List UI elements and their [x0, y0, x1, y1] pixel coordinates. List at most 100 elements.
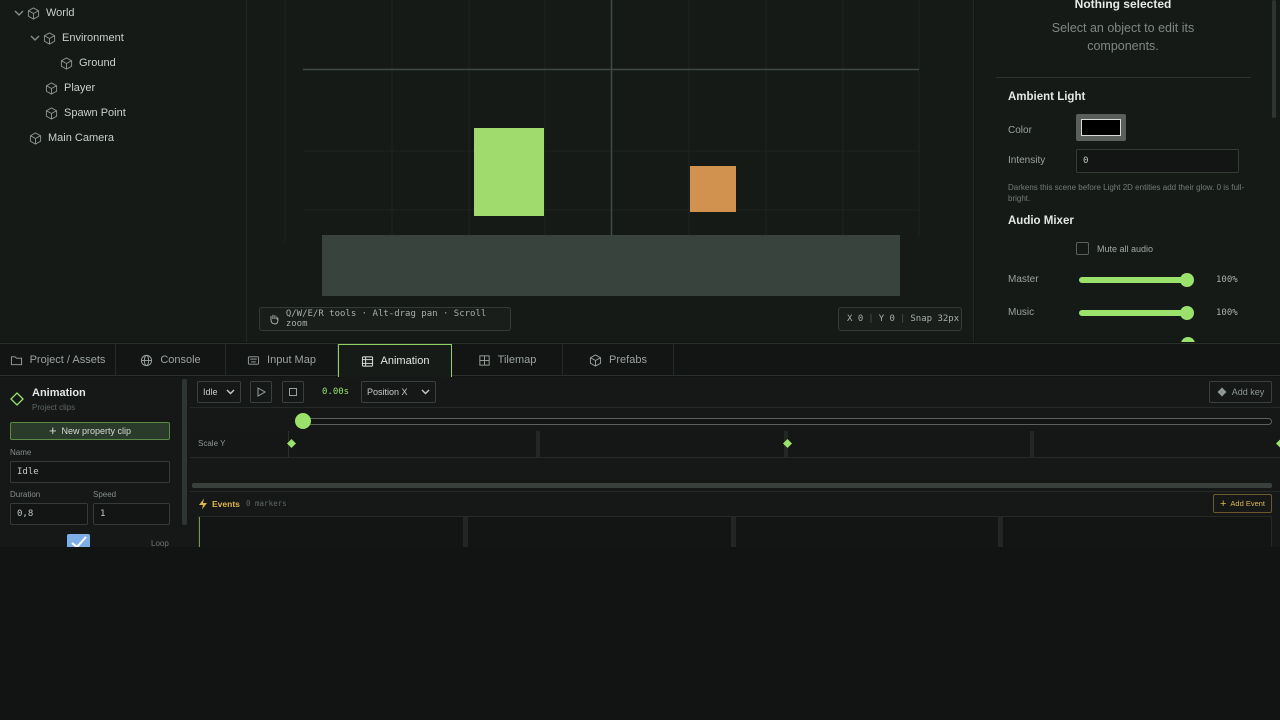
music-slider[interactable]: [1079, 310, 1189, 316]
hierarchy-panel: World Environment Ground Player Spawn Po…: [0, 0, 246, 342]
hand-icon: [270, 314, 279, 325]
stop-button[interactable]: [282, 381, 304, 403]
ambient-color-swatch[interactable]: [1076, 114, 1126, 141]
duration-label: Duration: [10, 490, 41, 499]
chevron-down-icon[interactable]: [30, 33, 40, 43]
mute-checkbox[interactable]: [1076, 242, 1089, 255]
animation-timeline-panel: Idle 0.00s Position X Add key Scale Y Ev…: [190, 377, 1280, 547]
tab-label: Tilemap: [497, 354, 537, 366]
plus-icon: +: [1219, 497, 1227, 510]
tab-console[interactable]: Console: [116, 344, 226, 376]
plus-icon: +: [48, 423, 57, 438]
tree-item-environment[interactable]: Environment: [30, 27, 124, 49]
audio-mixer-title: Audio Mixer: [1008, 215, 1074, 227]
animation-panel-subtitle: Project clips: [32, 403, 76, 412]
diamond-icon: [10, 392, 24, 406]
clip-panel-scrollbar[interactable]: [182, 379, 187, 525]
timeline-scrubber[interactable]: [303, 418, 1272, 425]
scrubber-handle[interactable]: [295, 413, 311, 429]
master-slider-handle[interactable]: [1180, 273, 1194, 287]
property-select[interactable]: Position X: [361, 381, 436, 403]
tab-animation[interactable]: Animation: [338, 344, 452, 377]
divider: [190, 407, 1280, 408]
new-property-clip-button[interactable]: + New property clip: [10, 422, 170, 440]
master-slider[interactable]: [1079, 277, 1189, 283]
tree-item-ground[interactable]: Ground: [60, 52, 116, 74]
film-icon: [361, 355, 373, 367]
inspector-scrollbar[interactable]: [1272, 0, 1276, 118]
tab-label: Project / Assets: [29, 354, 106, 366]
track-label: Scale Y: [198, 439, 226, 448]
spawn-point-sprite[interactable]: [690, 166, 736, 212]
tab-label: Input Map: [267, 354, 316, 366]
animation-clip-panel: Animation Project clips + New property c…: [0, 377, 190, 548]
chevron-down-icon[interactable]: [14, 8, 24, 18]
name-label: Name: [10, 448, 32, 457]
tree-item-label: Player: [64, 82, 96, 94]
tab-tilemap[interactable]: Tilemap: [452, 344, 563, 376]
cube-icon: [45, 106, 58, 120]
bottom-tab-bar: Project / Assets Console Input Map Anima…: [0, 343, 1280, 377]
cube-icon: [43, 31, 56, 45]
events-label: Events: [212, 499, 240, 509]
keyframe-icon[interactable]: [287, 439, 296, 448]
tab-input-map[interactable]: Input Map: [226, 344, 338, 376]
master-percent: 100%: [1216, 275, 1238, 285]
tree-item-world[interactable]: World: [14, 2, 75, 24]
next-slider-handle[interactable]: [1181, 337, 1195, 342]
chevron-down-icon: [226, 389, 235, 395]
tree-item-player[interactable]: Player: [45, 77, 95, 99]
stop-icon: [289, 388, 297, 396]
viewport-coords: X 0 | Y 0 | Snap 32px: [838, 307, 962, 331]
tree-item-label: World: [46, 7, 75, 19]
tree-item-spawn-point[interactable]: Spawn Point: [45, 102, 126, 124]
add-key-button[interactable]: Add key: [1209, 381, 1272, 403]
speed-label: Speed: [93, 490, 117, 499]
events-count: 0 markers: [246, 499, 287, 508]
inspector-empty-hint: Select an object to edit its components.: [1051, 21, 1195, 53]
tab-prefabs[interactable]: Prefabs: [563, 344, 674, 376]
clip-select[interactable]: Idle: [197, 381, 241, 403]
clip-name-input[interactable]: Idle: [10, 461, 170, 483]
coord-y: Y 0: [878, 314, 895, 324]
tree-item-main-camera[interactable]: Main Camera: [29, 127, 114, 149]
scene-viewport[interactable]: Q/W/E/R tools · Alt-drag pan · Scroll zo…: [246, 0, 974, 342]
tree-item-label: Ground: [79, 57, 116, 69]
tab-label: Console: [160, 354, 201, 366]
folder-icon: [10, 355, 22, 365]
events-track[interactable]: [198, 516, 1272, 547]
intensity-input[interactable]: 0: [1076, 149, 1239, 173]
tab-project-assets[interactable]: Project / Assets: [0, 344, 116, 376]
grid-icon: [479, 354, 490, 366]
play-icon: [257, 387, 266, 397]
lightning-icon: [199, 498, 207, 510]
keyframe-icon[interactable]: [1276, 439, 1280, 448]
color-swatch-fill: [1081, 119, 1121, 136]
globe-icon: [141, 354, 153, 366]
track-row: Scale Y: [190, 431, 1280, 457]
add-event-button[interactable]: + Add Event: [1213, 494, 1272, 513]
timeline-scrollbar[interactable]: [192, 483, 1272, 488]
speed-input[interactable]: 1: [93, 503, 170, 525]
play-button[interactable]: [250, 381, 272, 403]
animation-panel-title: Animation: [32, 387, 86, 399]
loop-label: Loop: [151, 539, 169, 548]
cube-icon: [45, 81, 58, 95]
cube-icon: [29, 131, 42, 145]
music-slider-handle[interactable]: [1180, 306, 1194, 320]
snap-size[interactable]: Snap 32px: [910, 314, 959, 324]
master-label: Master: [1008, 274, 1039, 285]
keyframe-icon[interactable]: [783, 439, 792, 448]
inspector-empty-title: Nothing selected: [1074, 0, 1172, 11]
cube-icon: [589, 353, 602, 367]
duration-input[interactable]: 0,8: [10, 503, 88, 525]
tree-item-label: Environment: [62, 32, 124, 44]
divider: [996, 77, 1251, 78]
tree-item-label: Spawn Point: [64, 107, 126, 119]
tab-label: Animation: [380, 355, 430, 367]
loop-checkbox[interactable]: [67, 534, 90, 547]
ground-sprite[interactable]: [322, 235, 900, 296]
player-sprite[interactable]: [474, 128, 544, 216]
tree-item-label: Main Camera: [48, 132, 115, 144]
keyboard-icon: [247, 355, 260, 365]
